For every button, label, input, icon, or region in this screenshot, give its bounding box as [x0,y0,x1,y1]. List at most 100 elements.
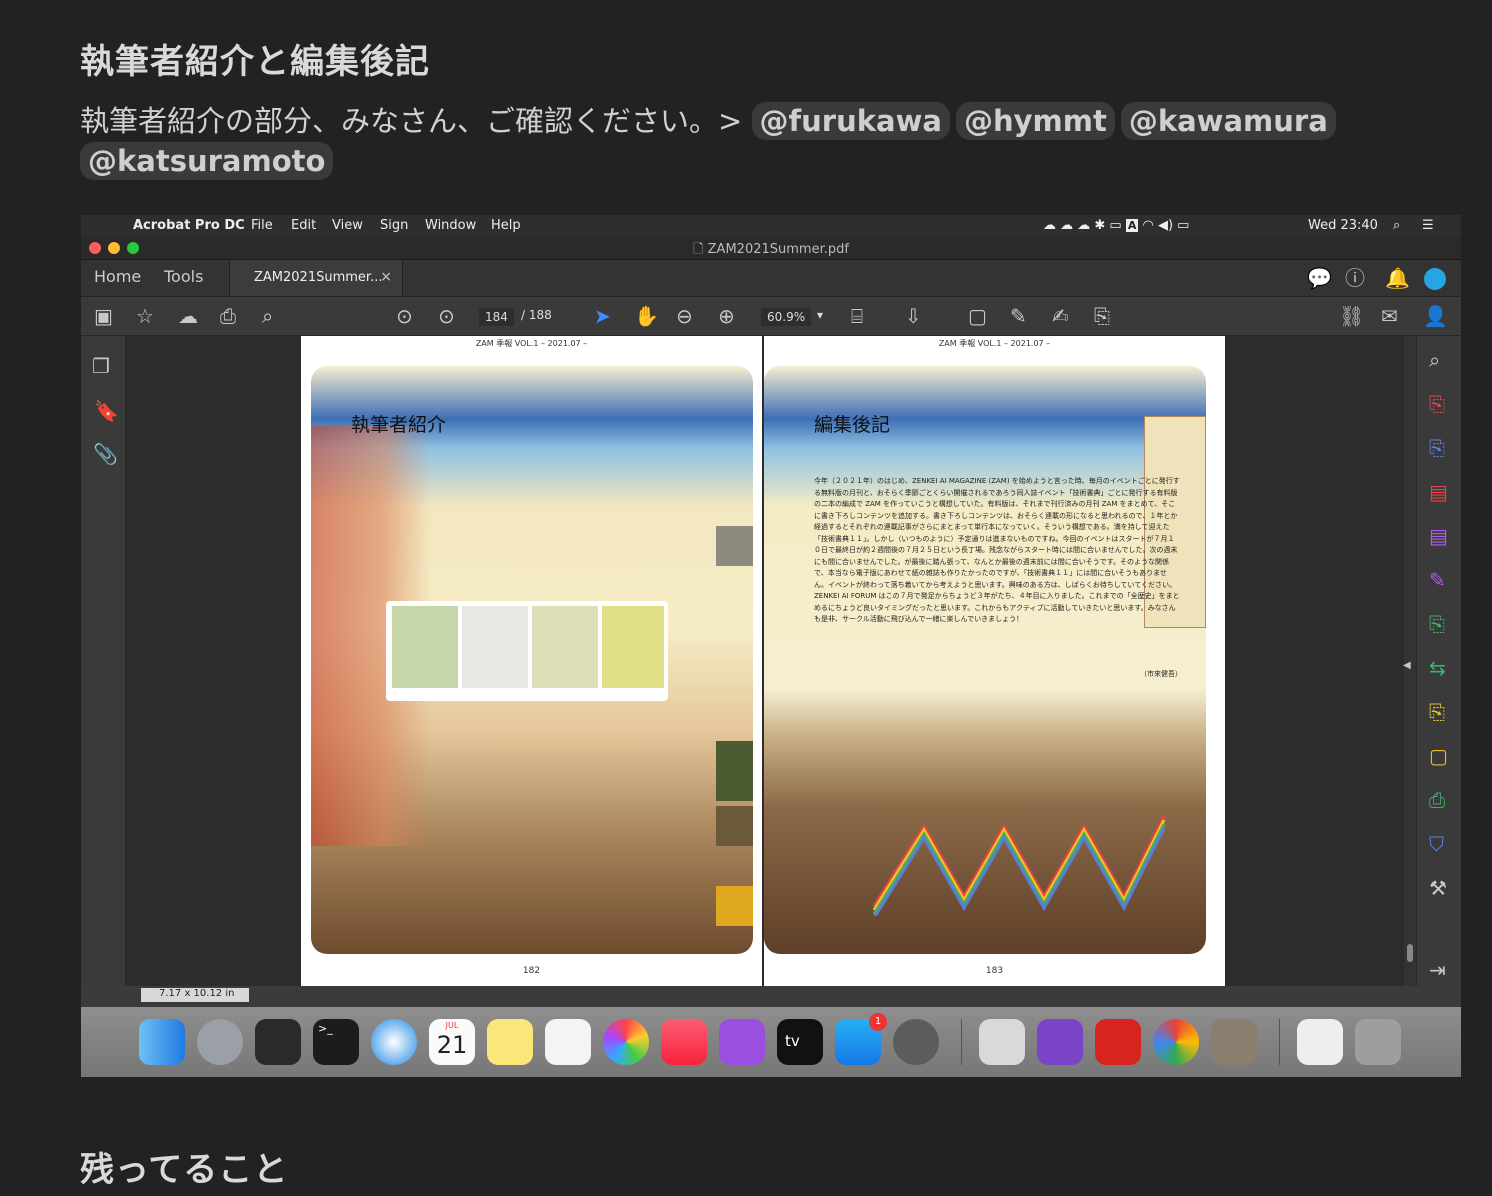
scroll-mode-icon[interactable]: ⇩ [905,306,922,326]
zoom-out-icon[interactable]: ⊖ [676,306,693,326]
app-store-icon[interactable]: 1 [835,1013,887,1065]
page-down-icon[interactable]: ⊙ [438,306,455,326]
music-icon[interactable] [661,1019,707,1065]
tab-home[interactable]: Home [94,267,141,286]
apple-tv-icon[interactable]: tv [777,1019,823,1065]
system-preferences-icon[interactable] [893,1019,939,1065]
tab-close-icon[interactable]: × [380,269,392,285]
menu-sign[interactable]: Sign [380,218,408,233]
page-header: ZAM 季報 VOL.1 – 2021.07 – [938,339,1051,348]
menu-view[interactable]: View [332,218,363,233]
select-cursor-icon[interactable]: ➤ [594,306,611,326]
author-photo [716,806,753,846]
downloads-stack-icon[interactable] [1297,1019,1343,1065]
account-avatar[interactable] [1424,268,1446,290]
help-icon[interactable]: ⓘ [1345,268,1365,288]
page-title-editorial: 編集後記 [814,414,891,436]
photos-icon[interactable] [603,1019,649,1065]
safari-icon[interactable] [371,1019,417,1065]
finder-icon[interactable] [139,1019,185,1065]
menu-help[interactable]: Help [491,218,521,233]
mention-furukawa[interactable]: @furukawa [751,102,950,140]
bell-icon[interactable]: 🔔 [1385,268,1410,288]
create-pdf-icon[interactable]: ⎘ [1429,394,1445,414]
terminal-icon[interactable]: >_ [313,1019,359,1065]
page-fit-icon[interactable]: ⌸ [851,306,863,326]
bookmark-star-icon[interactable]: ☆ [136,306,154,326]
menu-edit[interactable]: Edit [291,218,316,233]
share-link-icon[interactable]: ⛓ [1339,306,1364,326]
email-icon[interactable]: ✉ [1381,306,1398,326]
add-comment-icon[interactable]: ▢ [968,306,987,326]
macos-menubar: Acrobat Pro DC File Edit View Sign Windo… [81,215,1461,237]
menu-file[interactable]: File [251,218,273,233]
scan-ocr-icon[interactable]: ⎙ [1429,790,1445,810]
mention-hymmt[interactable]: @hymmt [955,102,1115,140]
comment-tool-icon[interactable]: ▢ [1429,746,1448,766]
organize-pages-icon[interactable]: ▤ [1429,482,1448,502]
trash-icon[interactable] [1355,1019,1401,1065]
bookmarks-icon[interactable]: 🔖 [94,401,119,421]
zoom-dropdown-icon[interactable]: ▾ [817,308,823,322]
more-tools-icon[interactable]: ⚒ [1429,878,1447,898]
control-center-icon[interactable]: ☰ [1422,218,1434,233]
author-photo [716,526,753,566]
collapse-right-icon[interactable]: ◀ [1403,656,1411,676]
attachments-icon[interactable]: 📎 [93,444,118,464]
enhance-scan-icon[interactable]: ⌕ [1429,350,1440,370]
cloud-upload-icon[interactable]: ☁ [178,306,198,326]
window-titlebar: 🗋 ZAM2021Summer.pdf [81,237,1461,260]
send-for-comments-icon[interactable]: ⎘ [1429,702,1445,722]
ukiyoe-illustration [311,366,753,954]
protect-shield-icon[interactable]: ⛉ [1429,834,1444,854]
combine-files-icon[interactable]: ⎘ [1429,614,1445,634]
document-viewport[interactable]: ZAM 季報 VOL.1 – 2021.07 – 執筆者紹介 182 ZAM 季… [126,336,1416,986]
menubar-app-name[interactable]: Acrobat Pro DC [133,218,245,233]
fill-sign-icon[interactable]: ⎘ [1094,306,1110,326]
fill-sign-tool-icon[interactable]: ✎ [1429,570,1446,590]
launchpad-icon[interactable] [197,1019,243,1065]
reminders-icon[interactable] [545,1019,591,1065]
page-number-input[interactable]: 184 [479,308,514,326]
gimp-icon[interactable] [1211,1019,1257,1065]
emacs-icon[interactable] [1037,1019,1083,1065]
hand-tool-icon[interactable]: ✋ [634,306,659,326]
highlight-pen-icon[interactable]: ✎ [1010,306,1027,326]
notification-badge: 1 [869,1013,887,1031]
tab-document[interactable]: ZAM2021Summer... × [229,260,403,296]
mission-control-icon[interactable] [255,1019,301,1065]
calendar-icon[interactable]: JUL 21 [429,1019,475,1065]
mention-kawamura[interactable]: @kawamura [1120,102,1336,140]
left-nav-panel: ❐ 🔖 📎 ◀ [81,336,135,986]
page-up-icon[interactable]: ⊙ [396,306,413,326]
save-icon[interactable]: ▣ [94,306,113,326]
xquartz-icon[interactable] [979,1019,1025,1065]
mention-katsuramoto[interactable]: @katsuramoto [80,142,334,180]
zoom-level-input[interactable]: 60.9% [761,308,812,326]
right-tools-panel: ◀ ⌕ ⎘ ⎘ ▤ ▤ ✎ ⎘ ⇆ ⎘ ▢ ⎙ ⛉ ⚒ ⇥ [1403,336,1461,986]
draw-icon[interactable]: ✍ [1052,306,1069,326]
spotlight-icon[interactable]: ⌕ [1393,218,1400,233]
zoom-search-icon[interactable]: ⌕ [262,306,273,326]
comment-bubble-icon[interactable]: 💬 [1307,268,1332,288]
tab-tools[interactable]: Tools [164,267,203,286]
dock-divider [961,1019,962,1065]
print-icon[interactable]: ⎙ [220,306,236,326]
menu-window[interactable]: Window [425,218,476,233]
zoom-in-icon[interactable]: ⊕ [718,306,735,326]
edit-pdf-icon[interactable]: ▤ [1429,526,1448,546]
window-title: 🗋 ZAM2021Summer.pdf [81,240,1461,262]
export-pdf-icon[interactable]: ⎘ [1429,438,1445,458]
compare-files-icon[interactable]: ⇆ [1429,658,1446,678]
notes-icon[interactable] [487,1019,533,1065]
calendar-day: 21 [436,1031,468,1059]
menubar-clock[interactable]: Wed 23:40 [1308,218,1378,233]
scrollbar-thumb[interactable] [1407,944,1413,962]
add-user-icon[interactable]: 👤 [1423,306,1448,326]
acrobat-icon[interactable] [1095,1019,1141,1065]
collapse-panel-icon[interactable]: ⇥ [1429,960,1446,980]
page-header: ZAM 季報 VOL.1 – 2021.07 – [475,339,588,348]
page-thumbnails-icon[interactable]: ❐ [92,356,110,376]
podcasts-icon[interactable] [719,1019,765,1065]
chrome-icon[interactable] [1153,1019,1199,1065]
